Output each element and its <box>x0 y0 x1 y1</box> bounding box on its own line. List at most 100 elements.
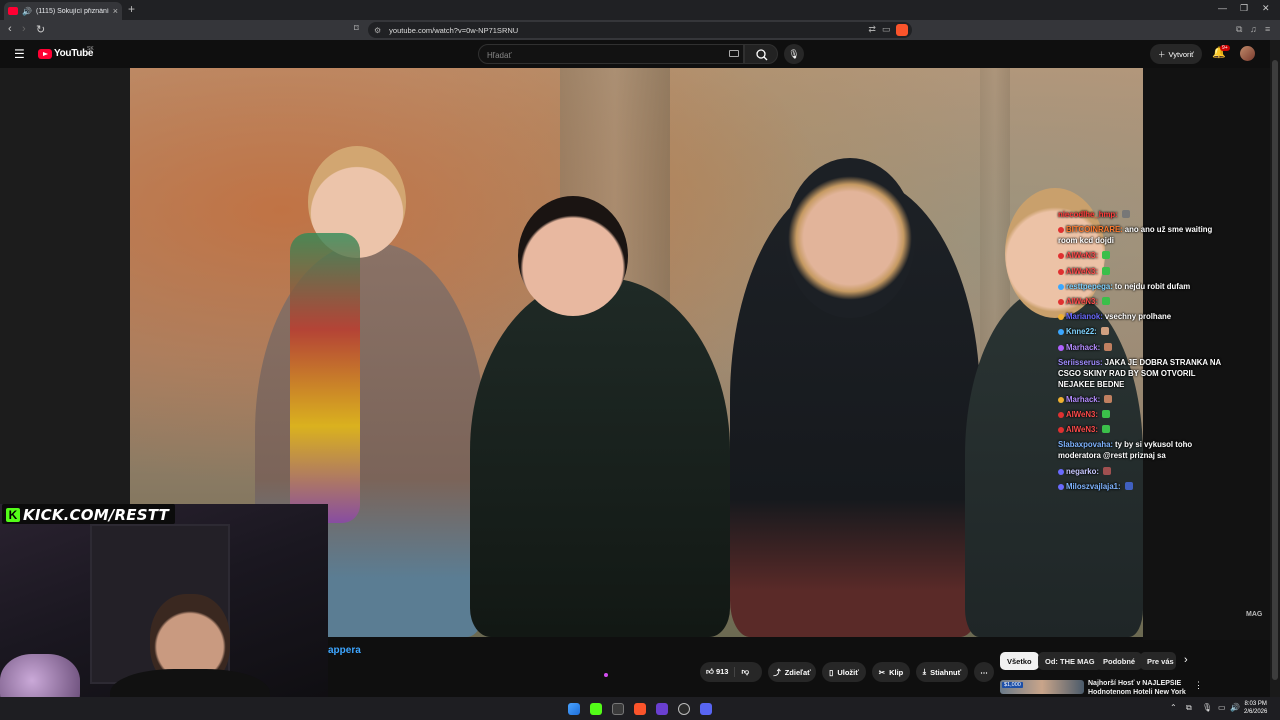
chat-username[interactable]: niecodlhe_hmp: <box>1058 210 1118 219</box>
new-tab-button[interactable]: + <box>128 2 135 16</box>
page-scrollbar[interactable] <box>1270 40 1280 700</box>
dislike-button[interactable]: 👎︎ <box>734 667 749 677</box>
reload-icon[interactable]: ↻ <box>36 23 45 36</box>
close-window-button[interactable]: ✕ <box>1262 3 1270 14</box>
search-input[interactable] <box>479 46 709 65</box>
chat-emote-icon <box>1100 327 1109 336</box>
plus-icon: ＋ <box>1158 49 1166 59</box>
search-button[interactable] <box>744 44 778 64</box>
maximize-button[interactable]: ❐ <box>1240 3 1248 14</box>
url-field[interactable]: ⚙ youtube.com/watch?v=0w-NP71SRNU <box>368 22 912 38</box>
browser-tab-active[interactable]: 🔊 (1115) Šokující přiznání, které × <box>4 2 122 20</box>
obs-icon[interactable] <box>678 703 690 715</box>
chip-similar[interactable]: Podobné <box>1096 652 1143 670</box>
chat-overlay: niecodlhe_hmp: BITCOINRARE: ano ano už sme… <box>1058 209 1228 496</box>
chat-username[interactable]: BITCOINRARE: <box>1066 225 1123 234</box>
tray-chevron-icon[interactable]: ⌃ <box>1170 703 1177 712</box>
close-tab-icon[interactable]: × <box>113 6 118 16</box>
chat-message: resttpepega: to nejdu robit dufam <box>1058 281 1228 292</box>
chat-message-text: vsechny prolhane <box>1104 312 1172 322</box>
chat-username[interactable]: Knne22: <box>1066 327 1097 336</box>
chat-badge-icon <box>1058 268 1064 275</box>
xbox-icon[interactable] <box>612 703 624 715</box>
chat-message: BITCOINRARE: ano ano už sme waiting room … <box>1058 224 1228 246</box>
browser-menu-icon[interactable]: ≡ <box>1265 24 1270 34</box>
taskbar-clock[interactable]: 8:03 PM 2/6/2026 <box>1244 700 1267 716</box>
chat-badge-icon <box>1058 283 1064 290</box>
chat-emote-icon <box>1121 210 1130 218</box>
scrollbar-thumb[interactable] <box>1272 60 1278 680</box>
clock-time: 8:03 PM <box>1244 701 1267 707</box>
chat-username[interactable]: Marhack: <box>1066 395 1100 404</box>
extensions-icon[interactable]: ⧉ <box>1236 24 1242 35</box>
chat-username[interactable]: AIWeN3: <box>1066 410 1098 419</box>
account-avatar[interactable] <box>1240 46 1255 61</box>
chat-username[interactable]: Slabaxpovaha: <box>1058 440 1113 449</box>
brave-icon[interactable] <box>634 703 646 715</box>
youtube-logo-icon[interactable] <box>38 49 52 59</box>
clip-button[interactable]: ✂ Klip <box>872 662 910 682</box>
save-button[interactable]: ▯ Uložiť <box>822 662 866 682</box>
download-label: Stiahnuť <box>930 667 962 677</box>
chat-username[interactable]: resttpepega: <box>1066 282 1113 291</box>
twitch-icon[interactable] <box>656 703 668 715</box>
windows-start-icon[interactable] <box>568 703 580 715</box>
forward-icon[interactable]: › <box>22 23 26 35</box>
network-icon[interactable]: ▭ <box>1218 703 1226 712</box>
browser-tab-strip: 🔊 (1115) Šokující přiznání, které × + — … <box>0 0 1280 20</box>
chat-message: AIWeN3: <box>1058 296 1228 307</box>
recommendation-title[interactable]: Najhorší Hosť v NAJLEPŠIE Hodnotenom Hot… <box>1088 679 1188 695</box>
voice-search-button[interactable]: 🎙 <box>784 44 804 64</box>
kick-app-icon[interactable] <box>590 703 602 715</box>
create-button[interactable]: ＋ Vytvoriť <box>1150 44 1202 64</box>
keyboard-icon[interactable] <box>729 50 739 57</box>
chip-for-you[interactable]: Pre vás <box>1140 652 1176 670</box>
media-icon[interactable]: ♫ <box>1250 24 1257 34</box>
more-actions-button[interactable]: ⋯ <box>974 662 994 682</box>
like-button[interactable]: 👍︎ 913 <box>706 667 728 677</box>
chat-username[interactable]: AIWeN3: <box>1066 297 1098 306</box>
chips-next-icon[interactable]: › <box>1184 654 1188 666</box>
chat-username[interactable]: Marianok: <box>1066 312 1103 321</box>
tray-app-icon[interactable]: ⧉ <box>1186 703 1192 713</box>
kick-banner: K KICK.COM/RESTT <box>2 504 175 524</box>
more-icon: ⋯ <box>980 667 988 677</box>
back-icon[interactable]: ‹ <box>8 23 12 35</box>
chat-username[interactable]: negarko: <box>1066 467 1099 476</box>
chat-message: Seriisserus: JAKA JE DOBRA STRANKA NA CSG… <box>1058 357 1228 390</box>
chip-all[interactable]: Všetko <box>1000 652 1039 670</box>
mouse-cursor <box>604 673 608 677</box>
kick-logo-icon: K <box>6 507 20 522</box>
volume-icon[interactable]: 🔊 <box>1230 703 1240 712</box>
chat-username[interactable]: AIWeN3: <box>1066 425 1098 434</box>
minimize-button[interactable]: — <box>1218 3 1227 13</box>
chat-username[interactable]: Seriisserus: <box>1058 358 1103 367</box>
brave-shields-icon[interactable] <box>896 24 908 36</box>
site-info-icon[interactable]: ⚙ <box>374 26 381 35</box>
discord-icon[interactable] <box>700 703 712 715</box>
recommendation-badge: $1,000 <box>1002 682 1023 688</box>
youtube-favicon-icon <box>8 7 18 15</box>
tray-mic-icon[interactable]: 🎙 <box>1202 703 1212 712</box>
download-button[interactable]: ⤓ Stiahnuť <box>916 662 968 682</box>
chat-username[interactable]: AIWeN3: <box>1066 251 1098 260</box>
chat-username[interactable]: Miloszvajlaja1: <box>1066 482 1121 491</box>
menu-icon[interactable]: ☰ <box>14 47 25 61</box>
share-label: Zdieľať <box>784 667 811 677</box>
share-button[interactable]: ⤴ Zdieľať <box>768 662 816 682</box>
chip-from-channel[interactable]: Od: THE MAG <box>1038 652 1102 670</box>
chat-message: Marianok: vsechny prolhane <box>1058 311 1228 322</box>
chat-username[interactable]: AIWeN3: <box>1066 267 1098 276</box>
bookmark-icon[interactable]: ⌑ <box>354 23 359 34</box>
channel-link[interactable]: appera <box>328 645 361 656</box>
address-bar-row: ‹ › ↻ ⌑ ⚙ youtube.com/watch?v=0w-NP71SRN… <box>0 20 1280 40</box>
search-box[interactable] <box>478 44 744 65</box>
chat-message: AIWeN3: <box>1058 409 1228 420</box>
recommendation-menu-icon[interactable]: ⋮ <box>1194 680 1203 691</box>
chat-badge-icon <box>1058 298 1064 305</box>
chat-emote-icon <box>1124 481 1133 490</box>
chat-username[interactable]: Marhack: <box>1066 343 1100 352</box>
chat-message: Miloszvajlaja1: <box>1058 481 1228 492</box>
audio-playing-icon[interactable]: 🔊 <box>22 7 32 16</box>
country-code: SK <box>87 46 94 52</box>
